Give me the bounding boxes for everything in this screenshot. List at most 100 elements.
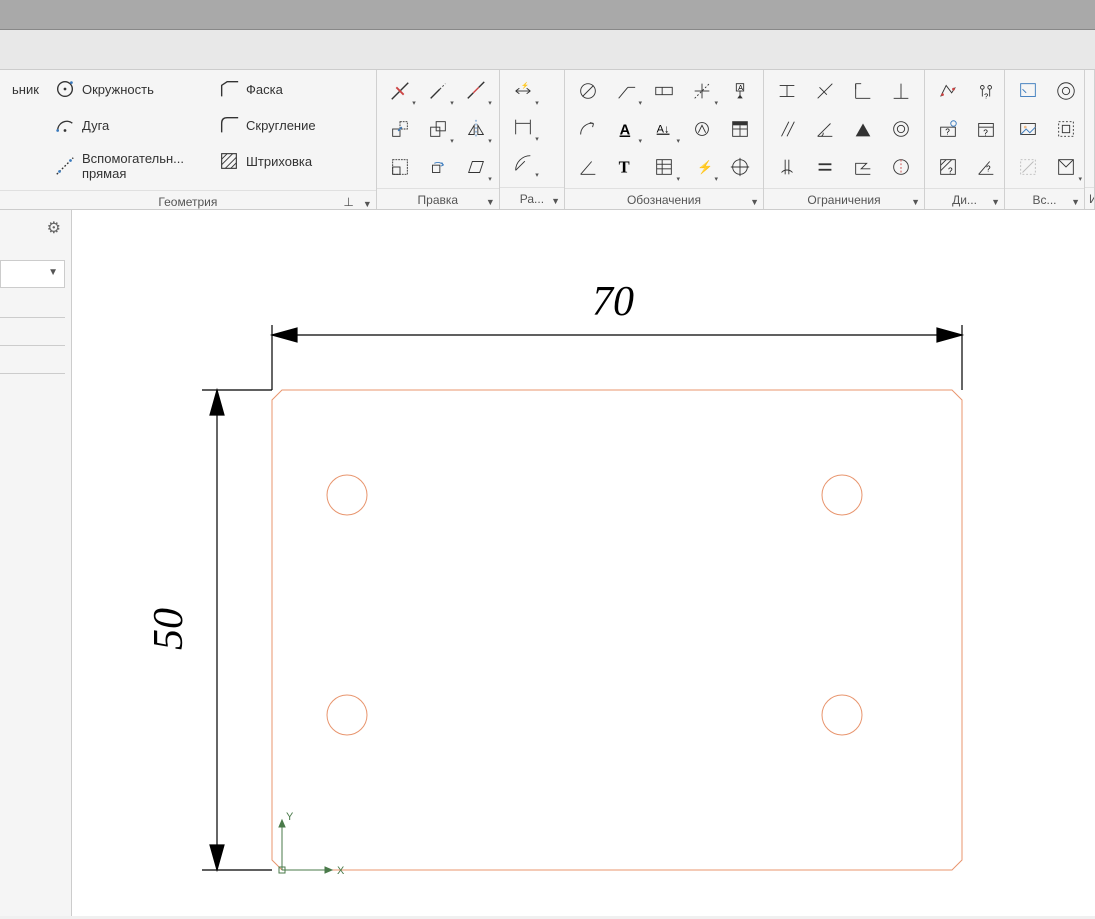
property-row-1 [0,294,65,318]
ribbon-group-diagnostics: ? ? ? ? ? Ди... ▼ [925,70,1005,209]
ribbon-group-annotations: ▾ ▾ A A▾ A↓▾ T ▾ ⚡▾ Обозначения ▼ [565,70,764,209]
chamfer-button[interactable]: Фаска [212,74,362,104]
view-button[interactable] [1049,112,1083,146]
ole-button[interactable]: ▾ [1049,150,1083,184]
fillet-label: Скругление [246,118,316,133]
measure-button[interactable]: ? [969,74,1003,108]
dims-dropdown-icon[interactable]: ▼ [551,192,560,209]
roughness-button[interactable] [571,74,605,108]
property-selector[interactable]: ▼ [0,260,65,288]
change-mark-button[interactable]: ⚡▾ [685,150,719,184]
geometry-group-title: Геометрия ▼ ⊥ [0,190,376,209]
equal-button[interactable] [808,150,842,184]
svg-text:?: ? [945,128,950,137]
dimension-width: 70 [592,279,634,325]
fillet-button[interactable]: Скругление [212,110,362,140]
rotate-button[interactable] [421,150,455,184]
angle-info-button[interactable]: ? [969,150,1003,184]
ribbon-group-insert: ▾ Вс... ▼ [1005,70,1085,209]
mirror-button[interactable]: ▾ [459,112,493,146]
break-button[interactable]: ▾ [459,74,493,108]
text-button[interactable]: A▾ [609,112,643,146]
point-on-button[interactable] [770,150,804,184]
svg-text:?: ? [948,166,953,175]
circle-button[interactable]: Окружность [48,74,208,104]
insert-dropdown-icon[interactable]: ▼ [1071,193,1080,209]
copy-button[interactable]: ▾ [421,112,455,146]
leader-button[interactable]: ▾ [609,74,643,108]
spec-table-button[interactable]: ▾ [647,150,681,184]
label-text-button[interactable]: T [609,150,643,184]
svg-text:⚡: ⚡ [697,160,713,176]
left-properties-panel: ⚙ ▼ [0,210,72,916]
svg-text:A↓: A↓ [657,124,670,136]
local-button[interactable] [1011,150,1045,184]
move-button[interactable] [383,112,417,146]
image-button[interactable] [1011,112,1045,146]
collinear-button[interactable] [846,74,880,108]
centerline-button[interactable]: ▾ [685,74,719,108]
auto-dim-button[interactable]: ⚡▾ [506,74,540,108]
polygon-button-partial[interactable]: ьник [6,74,44,104]
insert-group-title: Вс... ▼ [1005,188,1084,209]
tolerance-button[interactable] [647,74,681,108]
perpendicular-button[interactable] [884,74,918,108]
edit-dropdown-icon[interactable]: ▼ [486,193,495,209]
weld-button[interactable] [685,112,719,146]
hatch-button[interactable]: Штриховка [212,146,362,176]
diag-dropdown-icon[interactable]: ▼ [991,193,1000,209]
vertical-constraint-button[interactable] [808,74,842,108]
constraints-dropdown-icon[interactable]: ▼ [911,193,920,209]
svg-text:?: ? [984,91,988,100]
macro-button[interactable] [1049,74,1083,108]
horizontal-constraint-button[interactable] [770,74,804,108]
table-button[interactable] [723,112,757,146]
coincident-button[interactable] [846,112,880,146]
ribbon-group-edit: ▾ ▾ ▾ ▾ ▾ ▾ Правка ▼ [377,70,500,209]
angle-mark-button[interactable] [571,150,605,184]
check-button[interactable]: ? [969,112,1003,146]
annot-dropdown-icon[interactable]: ▼ [750,193,759,209]
trim-button[interactable]: ▾ [383,74,417,108]
inspect-button[interactable] [931,74,965,108]
linear-dim-button[interactable]: ▾ [506,110,540,144]
chamfer-icon [218,78,240,100]
arc-icon [54,114,76,136]
panel-settings-icon[interactable]: ⚙ [47,218,61,238]
arc-button[interactable]: Дуга [48,110,208,140]
radial-dim-button[interactable]: ▾ [506,146,540,180]
dimension-height: 50 [146,608,192,650]
arrow-button[interactable] [571,112,605,146]
info-button[interactable]: ? [931,112,965,146]
mark-button[interactable]: A↓▾ [647,112,681,146]
datum-button[interactable]: A [723,74,757,108]
parallel-button[interactable] [770,112,804,146]
symmetry-button[interactable] [884,150,918,184]
fix-button[interactable] [846,150,880,184]
constraints-group-title: Ограничения ▼ [764,188,924,209]
scale-button[interactable] [383,150,417,184]
chamfer-label: Фаска [246,82,283,97]
concentric-button[interactable] [884,112,918,146]
geometry-dropdown-icon[interactable]: ▼ [363,195,372,209]
aux-line-label: Вспомогательн... прямая [82,151,184,181]
axis-y-label: Y [286,811,294,823]
aux-line-button[interactable]: Вспомогательн... прямая [48,146,208,186]
ribbon-group-geometry: ьник Окружность Дуга [0,70,377,209]
axis-x-label: X [337,865,345,877]
svg-text:⚡: ⚡ [521,81,529,89]
arc-label: Дуга [82,118,109,133]
drawing-canvas[interactable]: X Y 70 50 [72,210,1095,916]
svg-text:?: ? [986,165,991,174]
ribbon-group-constraints: Ограничения ▼ [764,70,925,209]
geometry-pin-icon[interactable]: ⊥ [343,193,353,209]
center-mark-button[interactable] [723,150,757,184]
circle-icon [54,78,76,100]
deform-button[interactable]: ▾ [459,150,493,184]
svg-text:A: A [620,123,631,139]
tangent-button[interactable] [808,112,842,146]
hatch-info-button[interactable]: ? [931,150,965,184]
fragment-button[interactable] [1011,74,1045,108]
ribbon: ьник Окружность Дуга [0,70,1095,210]
extend-button[interactable]: ▾ [421,74,455,108]
